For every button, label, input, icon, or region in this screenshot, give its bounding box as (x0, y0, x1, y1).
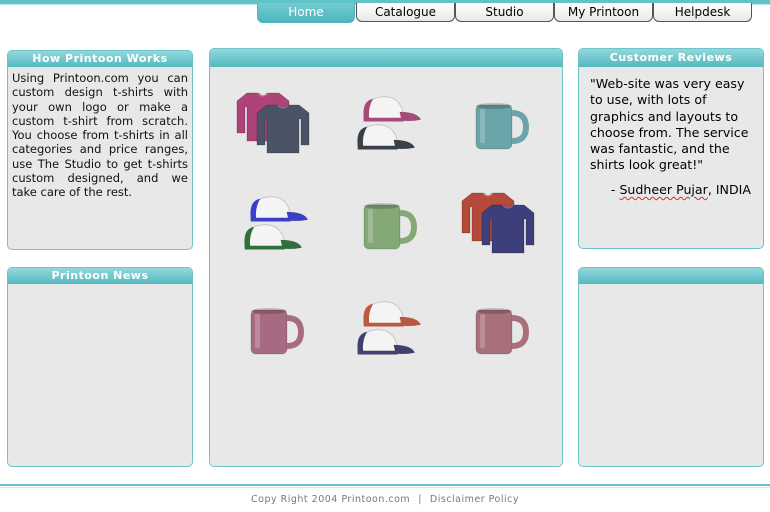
review-author-name: Sudheer Pujar (619, 181, 708, 197)
tab-catalogue[interactable]: Catalogue (356, 3, 455, 22)
product-mug-image[interactable] (460, 91, 540, 163)
footer-accent-line-thin (0, 487, 770, 488)
tab-my-printoon[interactable]: My Printoon (554, 3, 653, 22)
footer-accent-line (0, 484, 770, 486)
news-title: Printoon News (8, 268, 192, 284)
copyright-text: Copy Right 2004 Printoon.com (251, 494, 411, 505)
review-quote: "Web-site was very easy to use, with lot… (590, 76, 749, 173)
review-author-country: , INDIA (707, 181, 751, 197)
tab-helpdesk[interactable]: Helpdesk (653, 3, 752, 22)
reviews-title: Customer Reviews (579, 49, 763, 67)
tab-studio[interactable]: Studio (455, 3, 554, 22)
news-panel: Printoon News (7, 267, 193, 467)
product-tshirt-image[interactable] (460, 191, 540, 263)
product-cap-image[interactable] (348, 296, 428, 368)
products-panel (209, 48, 563, 467)
product-grid (210, 49, 562, 466)
how-it-works-title: How Printoon Works (8, 51, 192, 67)
product-cap-image[interactable] (348, 91, 428, 163)
disclaimer-link[interactable]: Disclaimer Policy (430, 494, 519, 505)
product-tshirt-image[interactable] (235, 91, 315, 163)
product-mug-image[interactable] (460, 296, 540, 368)
review-author: - Sudheer Pujar, INDIA (590, 182, 753, 198)
product-mug-image[interactable] (235, 296, 315, 368)
product-mug-image[interactable] (348, 191, 428, 263)
product-cap-image[interactable] (235, 191, 315, 263)
how-it-works-text: Using Printoon.com you can custom design… (12, 71, 188, 200)
right-bottom-panel (578, 267, 764, 467)
footer-separator: | (418, 494, 422, 505)
how-it-works-panel: How Printoon Works Using Printoon.com yo… (7, 50, 193, 250)
tab-home[interactable]: Home (257, 3, 355, 23)
footer: Copy Right 2004 Printoon.com | Disclaimer … (0, 494, 770, 505)
right-bottom-panel-header (579, 268, 763, 284)
review-body: "Web-site was very easy to use, with lot… (579, 67, 763, 198)
reviews-panel: Customer Reviews "Web-site was very easy… (578, 48, 764, 249)
